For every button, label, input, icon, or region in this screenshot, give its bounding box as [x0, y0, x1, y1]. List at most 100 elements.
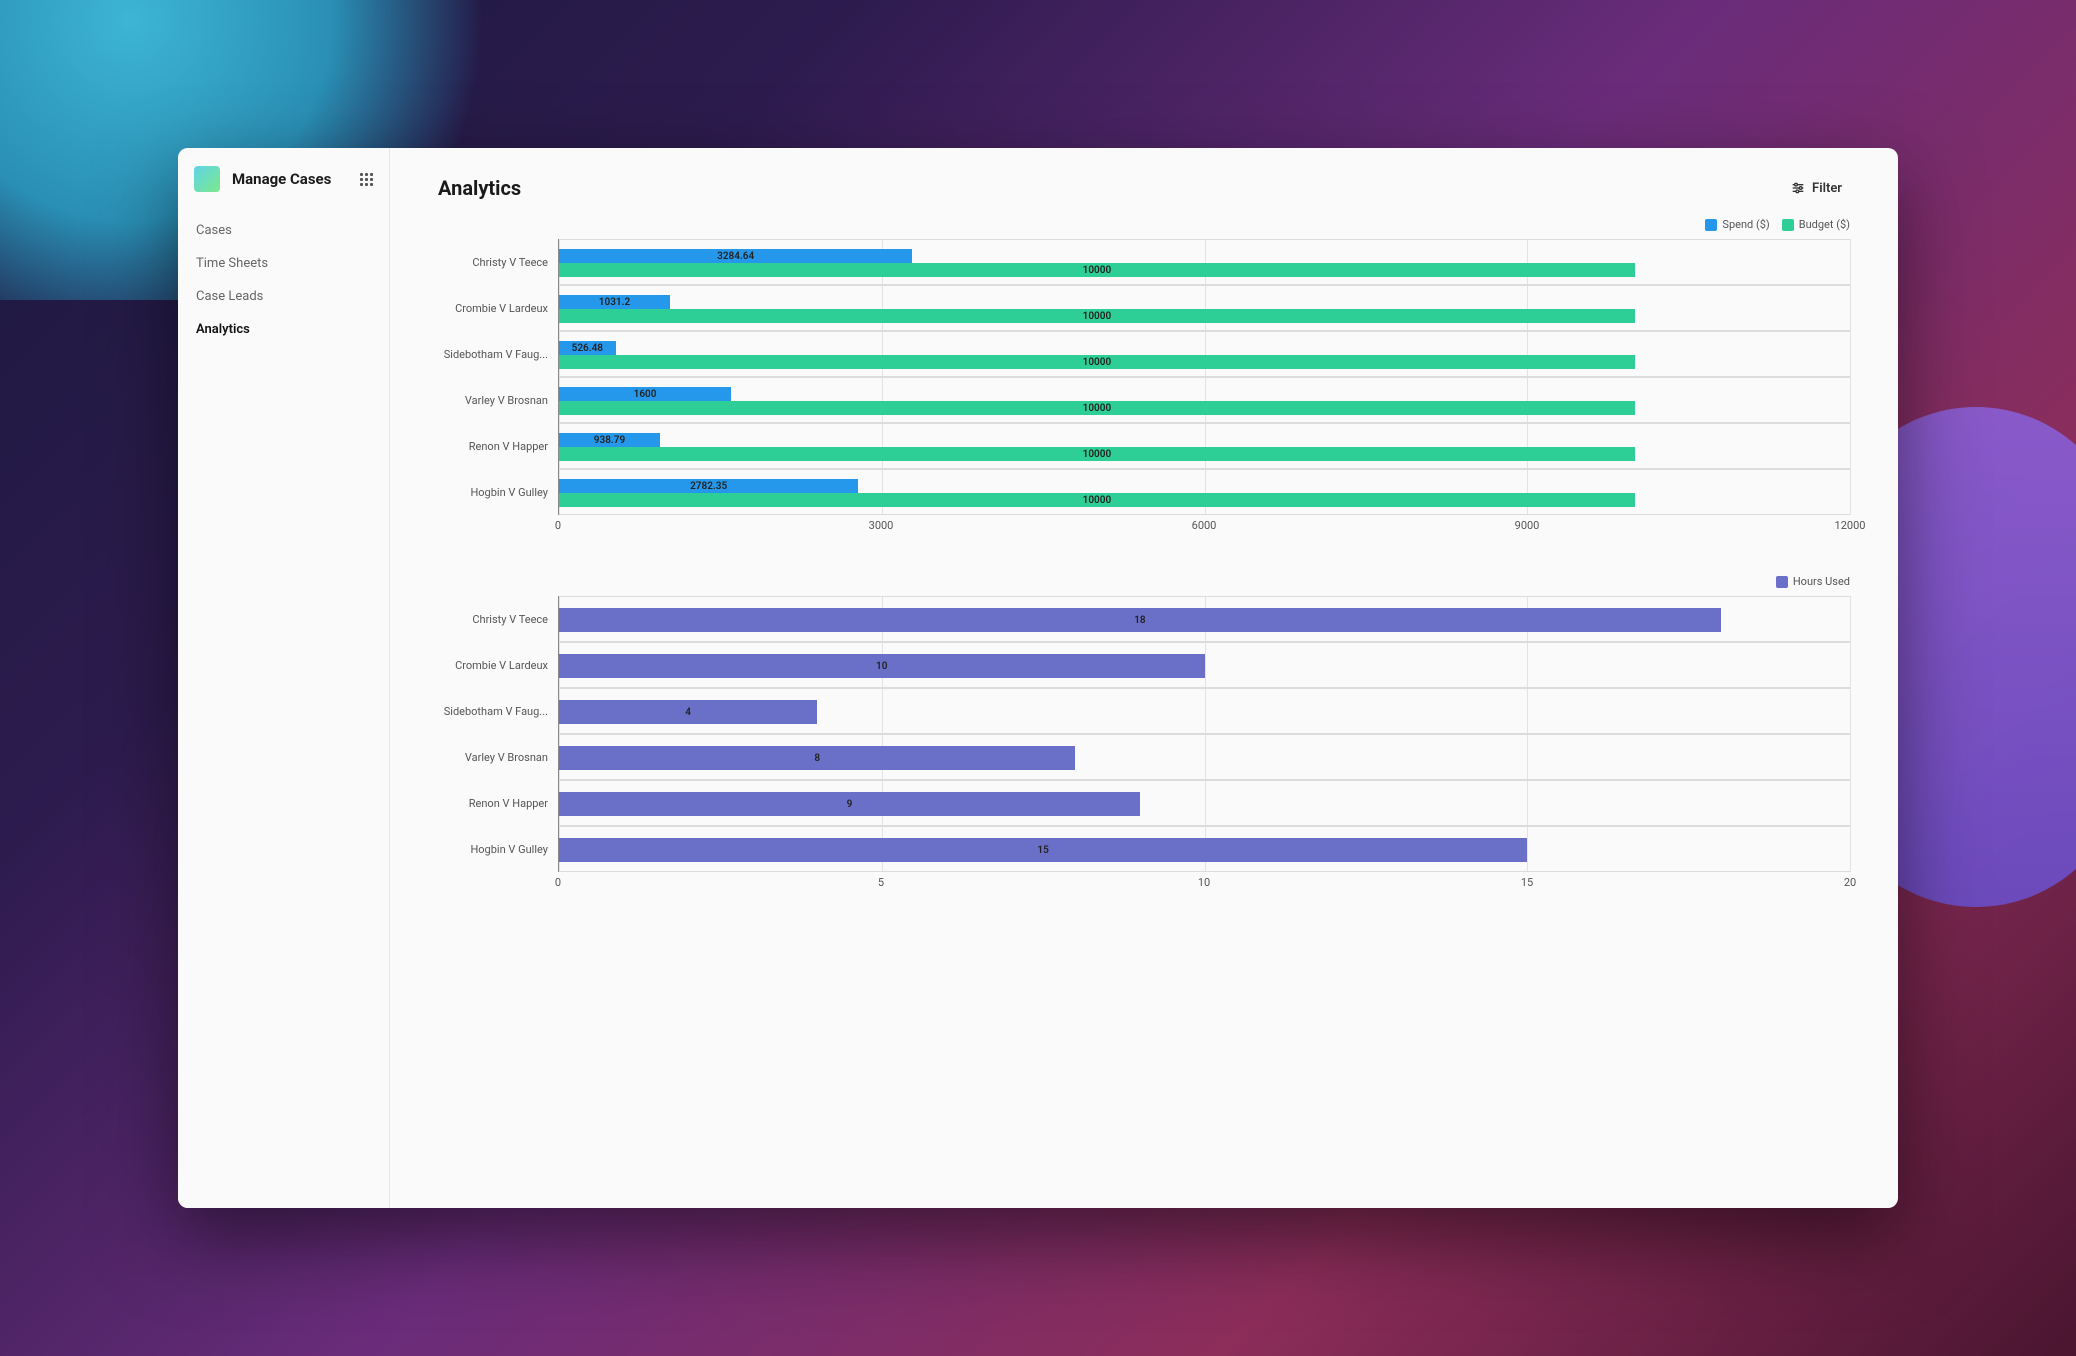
chart-row: 10 — [559, 642, 1850, 688]
bar-value-label: 10000 — [1083, 265, 1112, 276]
y-axis-label: Renon V Happer — [438, 423, 558, 469]
sidebar-item-analytics[interactable]: Analytics — [178, 313, 389, 346]
sidebar-item-cases[interactable]: Cases — [178, 214, 389, 247]
chart-1: Hours Used Christy V TeeceCrombie V Larde… — [438, 575, 1850, 892]
chart-row: 9 — [559, 780, 1850, 826]
x-axis-tick: 5 — [878, 876, 884, 889]
legend-item[interactable]: Spend ($) — [1705, 218, 1769, 231]
y-axis-labels: Christy V TeeceCrombie V LardeuxSideboth… — [438, 239, 558, 515]
bar[interactable]: 10 — [559, 654, 1205, 678]
legend-item[interactable]: Budget ($) — [1782, 218, 1850, 231]
sidebar-item-case-leads[interactable]: Case Leads — [178, 280, 389, 313]
x-axis-tick: 20 — [1844, 876, 1856, 889]
chart-row: 2782.3510000 — [559, 469, 1850, 515]
bar-value-label: 10000 — [1083, 449, 1112, 460]
plot-area: 18 10 4 8 9 15 — [558, 596, 1850, 872]
bar-value-label: 10 — [876, 661, 887, 672]
bar[interactable]: 1031.2 — [559, 295, 670, 309]
y-axis-label: Hogbin V Gulley — [438, 826, 558, 872]
bar[interactable]: 526.48 — [559, 341, 616, 355]
bar-value-label: 1600 — [634, 389, 657, 400]
legend-item[interactable]: Hours Used — [1776, 575, 1850, 588]
apps-grid-icon[interactable] — [360, 173, 373, 186]
x-axis: 030006000900012000 — [438, 519, 1850, 535]
page-title: Analytics — [438, 176, 521, 200]
chart-row: 3284.64 10000 — [559, 239, 1850, 285]
bar-value-label: 8 — [814, 753, 820, 764]
chart-legend: Hours Used — [438, 575, 1850, 588]
bar[interactable]: 10000 — [559, 355, 1635, 369]
x-axis-tick: 9000 — [1515, 519, 1540, 532]
chart-row: 938.79 10000 — [559, 423, 1850, 469]
bar-value-label: 10000 — [1083, 357, 1112, 368]
x-axis-tick: 0 — [555, 519, 561, 532]
bar[interactable]: 2782.35 — [559, 479, 858, 493]
bar[interactable]: 10000 — [559, 263, 1635, 277]
app-logo — [194, 166, 220, 192]
legend-label: Hours Used — [1793, 575, 1850, 588]
bar[interactable]: 3284.64 — [559, 249, 912, 263]
bar[interactable]: 10000 — [559, 493, 1635, 507]
chart-row: 526.48 10000 — [559, 331, 1850, 377]
y-axis-label: Sidebotham V Faug... — [438, 688, 558, 734]
bar-value-label: 526.48 — [572, 343, 603, 354]
chart-body: Christy V TeeceCrombie V LardeuxSideboth… — [438, 239, 1850, 515]
chart-row: 15 — [559, 826, 1850, 872]
sidebar-item-time-sheets[interactable]: Time Sheets — [178, 247, 389, 280]
bar-value-label: 15 — [1037, 845, 1048, 856]
y-axis-label: Crombie V Lardeux — [438, 642, 558, 688]
filter-button[interactable]: Filter — [1782, 176, 1850, 200]
bar[interactable]: 10000 — [559, 309, 1635, 323]
bar[interactable]: 10000 — [559, 447, 1635, 461]
legend-label: Budget ($) — [1799, 218, 1850, 231]
y-axis-label: Crombie V Lardeux — [438, 285, 558, 331]
y-axis-label: Varley V Brosnan — [438, 377, 558, 423]
bar-value-label: 10000 — [1083, 311, 1112, 322]
y-axis-label: Christy V Teece — [438, 239, 558, 285]
x-axis: 05101520 — [438, 876, 1850, 892]
y-axis-label: Sidebotham V Faug... — [438, 331, 558, 377]
x-axis-tick: 3000 — [869, 519, 894, 532]
chart-row: 1031.2 10000 — [559, 285, 1850, 331]
y-axis-label: Hogbin V Gulley — [438, 469, 558, 515]
bar[interactable]: 15 — [559, 838, 1527, 862]
chart-row: 4 — [559, 688, 1850, 734]
gridline — [1850, 239, 1851, 515]
sidebar: Manage Cases CasesTime SheetsCase LeadsA… — [178, 148, 390, 1208]
chart-row: 8 — [559, 734, 1850, 780]
bar[interactable]: 938.79 — [559, 433, 660, 447]
legend-swatch — [1776, 576, 1788, 588]
bar-value-label: 18 — [1134, 615, 1145, 626]
chart-row: 18 — [559, 596, 1850, 642]
chart-body: Christy V TeeceCrombie V LardeuxSideboth… — [438, 596, 1850, 872]
chart-0: Spend ($) Budget ($) Christy V TeeceCrombi… — [438, 218, 1850, 535]
legend-swatch — [1705, 219, 1717, 231]
legend-swatch — [1782, 219, 1794, 231]
bar[interactable]: 10000 — [559, 401, 1635, 415]
bar[interactable]: 1600 — [559, 387, 731, 401]
plot-area: 3284.64 10000 1031.2 10000 526.48 10000 1600 10… — [558, 239, 1850, 515]
main-header: Analytics Filter — [438, 176, 1850, 200]
bar[interactable]: 18 — [559, 608, 1721, 632]
sidebar-nav: CasesTime SheetsCase LeadsAnalytics — [178, 206, 389, 354]
bar-value-label: 10000 — [1083, 403, 1112, 414]
sidebar-header: Manage Cases — [178, 166, 389, 206]
app-title: Manage Cases — [232, 170, 360, 188]
bar[interactable]: 9 — [559, 792, 1140, 816]
bar-value-label: 2782.35 — [690, 481, 727, 492]
main-content: Analytics Filter Spend ($) Budget ($) Chri… — [390, 148, 1898, 1208]
bar-value-label: 4 — [685, 707, 691, 718]
y-axis-label: Christy V Teece — [438, 596, 558, 642]
bar[interactable]: 4 — [559, 700, 817, 724]
x-axis-tick: 15 — [1521, 876, 1533, 889]
legend-label: Spend ($) — [1722, 218, 1769, 231]
x-axis-tick: 10 — [1198, 876, 1210, 889]
y-axis-labels: Christy V TeeceCrombie V LardeuxSideboth… — [438, 596, 558, 872]
x-axis-tick: 12000 — [1835, 519, 1866, 532]
chart-legend: Spend ($) Budget ($) — [438, 218, 1850, 231]
filter-icon — [1790, 180, 1806, 196]
x-axis-tick: 6000 — [1192, 519, 1217, 532]
bar-value-label: 938.79 — [594, 435, 625, 446]
gridline — [1850, 596, 1851, 872]
bar[interactable]: 8 — [559, 746, 1075, 770]
